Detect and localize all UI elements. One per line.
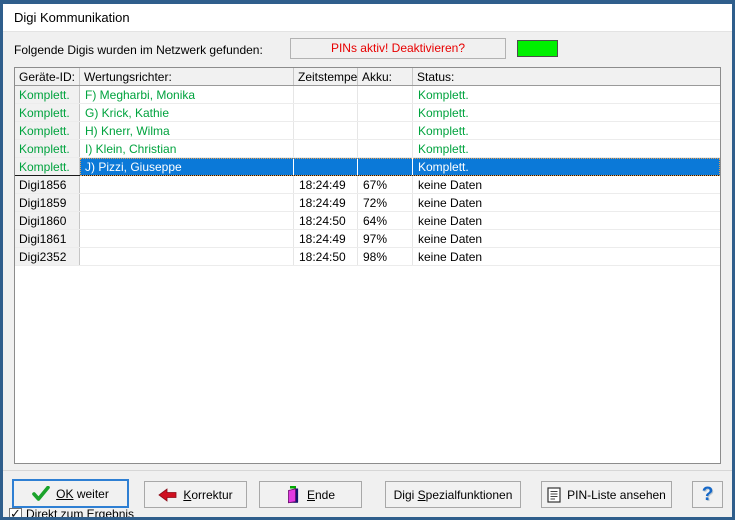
column-header-akku: Akku:: [358, 68, 413, 85]
cell-name[interactable]: [80, 230, 294, 247]
cell-status[interactable]: keine Daten: [413, 212, 720, 229]
column-header-wertungsrichter: Wertungsrichter:: [80, 68, 294, 85]
help-button[interactable]: ?: [692, 481, 723, 508]
cell-status[interactable]: keine Daten: [413, 176, 720, 193]
check-icon: [32, 486, 50, 501]
cell-name[interactable]: F) Megharbi, Monika: [80, 86, 294, 103]
cell-akku[interactable]: 72%: [358, 194, 413, 211]
cell-status[interactable]: Komplett.: [413, 122, 720, 139]
cell-status[interactable]: Komplett.: [413, 104, 720, 121]
direkt-checkbox-label: Direkt zum Ergebnis: [26, 507, 134, 520]
devices-grid[interactable]: Geräte-ID: Wertungsrichter: Zeitstempel:…: [14, 67, 721, 464]
cell-akku[interactable]: [358, 158, 413, 175]
cell-id[interactable]: Komplett.: [15, 122, 80, 139]
cell-id[interactable]: Komplett.: [15, 86, 80, 103]
cell-status[interactable]: keine Daten: [413, 194, 720, 211]
column-header-geraete-id: Geräte-ID:: [15, 68, 80, 85]
cell-id[interactable]: Digi1859: [15, 194, 80, 211]
pins-deactivate-button[interactable]: PINs aktiv! Deaktivieren?: [290, 38, 506, 59]
direkt-zum-ergebnis-option[interactable]: Direkt zum Ergebnis: [9, 507, 134, 520]
cell-name[interactable]: H) Knerr, Wilma: [80, 122, 294, 139]
cell-time[interactable]: [294, 140, 358, 157]
table-row[interactable]: Digi1860 18:24:5064%keine Daten: [15, 212, 720, 230]
found-label: Folgende Digis wurden im Netzwerk gefund…: [14, 43, 263, 57]
cell-akku[interactable]: [358, 86, 413, 103]
ende-button[interactable]: Ende: [259, 481, 362, 508]
cell-time[interactable]: 18:24:49: [294, 176, 358, 193]
direkt-checkbox[interactable]: [9, 508, 22, 520]
cell-id[interactable]: Komplett.: [15, 140, 80, 157]
cell-time[interactable]: 18:24:50: [294, 248, 358, 265]
cell-name[interactable]: [80, 248, 294, 265]
korrektur-button[interactable]: Korrektur: [144, 481, 247, 508]
cell-id[interactable]: Digi2352: [15, 248, 80, 265]
cell-time[interactable]: [294, 104, 358, 121]
grid-header: Geräte-ID: Wertungsrichter: Zeitstempel:…: [15, 68, 720, 86]
cell-time[interactable]: 18:24:50: [294, 212, 358, 229]
cell-name[interactable]: G) Krick, Kathie: [80, 104, 294, 121]
korrektur-label: Korrektur: [183, 488, 232, 502]
cell-status[interactable]: keine Daten: [413, 230, 720, 247]
cell-name[interactable]: J) Pizzi, Giuseppe: [80, 158, 294, 175]
cell-akku[interactable]: [358, 104, 413, 121]
cell-status[interactable]: Komplett.: [413, 140, 720, 157]
grid-rows: Komplett.F) Megharbi, MonikaKomplett.Kom…: [15, 86, 720, 266]
cell-name[interactable]: [80, 194, 294, 211]
button-panel-divider: [3, 470, 732, 471]
list-document-icon: [547, 487, 561, 503]
cell-status[interactable]: Komplett.: [413, 158, 720, 175]
digi-spezialfunktionen-button[interactable]: Digi Spezialfunktionen: [385, 481, 521, 508]
ende-label: Ende: [307, 488, 335, 502]
cell-akku[interactable]: 67%: [358, 176, 413, 193]
cell-id[interactable]: Digi1861: [15, 230, 80, 247]
cell-name[interactable]: I) Klein, Christian: [80, 140, 294, 157]
cell-time[interactable]: 18:24:49: [294, 194, 358, 211]
cell-id[interactable]: Digi1856: [15, 176, 80, 193]
cell-name[interactable]: [80, 212, 294, 229]
table-row[interactable]: Digi2352 18:24:5098%keine Daten: [15, 248, 720, 266]
table-row[interactable]: Komplett.G) Krick, KathieKomplett.: [15, 104, 720, 122]
cell-status[interactable]: keine Daten: [413, 248, 720, 265]
cell-time[interactable]: [294, 86, 358, 103]
cell-time[interactable]: [294, 122, 358, 139]
cell-id[interactable]: Komplett.: [15, 158, 80, 175]
column-header-zeitstempel: Zeitstempel:: [294, 68, 358, 85]
table-row[interactable]: Komplett.F) Megharbi, MonikaKomplett.: [15, 86, 720, 104]
dialog-window: Digi Kommunikation Folgende Digis wurden…: [0, 0, 735, 520]
cell-akku[interactable]: [358, 122, 413, 139]
table-row[interactable]: Komplett.H) Knerr, WilmaKomplett.: [15, 122, 720, 140]
titlebar: Digi Kommunikation: [3, 4, 732, 32]
pin-liste-ansehen-button[interactable]: PIN-Liste ansehen: [541, 481, 672, 508]
pinliste-label: PIN-Liste ansehen: [567, 488, 666, 502]
cell-status[interactable]: Komplett.: [413, 86, 720, 103]
table-row[interactable]: Komplett.J) Pizzi, GiuseppeKomplett.: [15, 158, 720, 176]
exit-door-icon: [286, 486, 301, 504]
cell-akku[interactable]: 98%: [358, 248, 413, 265]
cell-name[interactable]: [80, 176, 294, 193]
cell-id[interactable]: Digi1860: [15, 212, 80, 229]
question-mark-icon: ?: [702, 484, 714, 506]
cell-time[interactable]: [294, 158, 358, 175]
column-header-status: Status:: [413, 68, 720, 85]
pin-status-indicator: [517, 40, 558, 57]
ok-weiter-label: OK weiter: [56, 487, 109, 501]
arrow-left-icon: [158, 488, 177, 502]
cell-id[interactable]: Komplett.: [15, 104, 80, 121]
table-row[interactable]: Digi1859 18:24:4972%keine Daten: [15, 194, 720, 212]
window-title: Digi Kommunikation: [14, 10, 130, 25]
ok-weiter-button[interactable]: OK weiter: [12, 479, 129, 508]
cell-akku[interactable]: 64%: [358, 212, 413, 229]
cell-akku[interactable]: 97%: [358, 230, 413, 247]
spezial-label: Digi Spezialfunktionen: [394, 488, 513, 502]
cell-time[interactable]: 18:24:49: [294, 230, 358, 247]
table-row[interactable]: Digi1861 18:24:4997%keine Daten: [15, 230, 720, 248]
table-row[interactable]: Komplett.I) Klein, ChristianKomplett.: [15, 140, 720, 158]
table-row[interactable]: Digi1856 18:24:4967%keine Daten: [15, 176, 720, 194]
cell-akku[interactable]: [358, 140, 413, 157]
